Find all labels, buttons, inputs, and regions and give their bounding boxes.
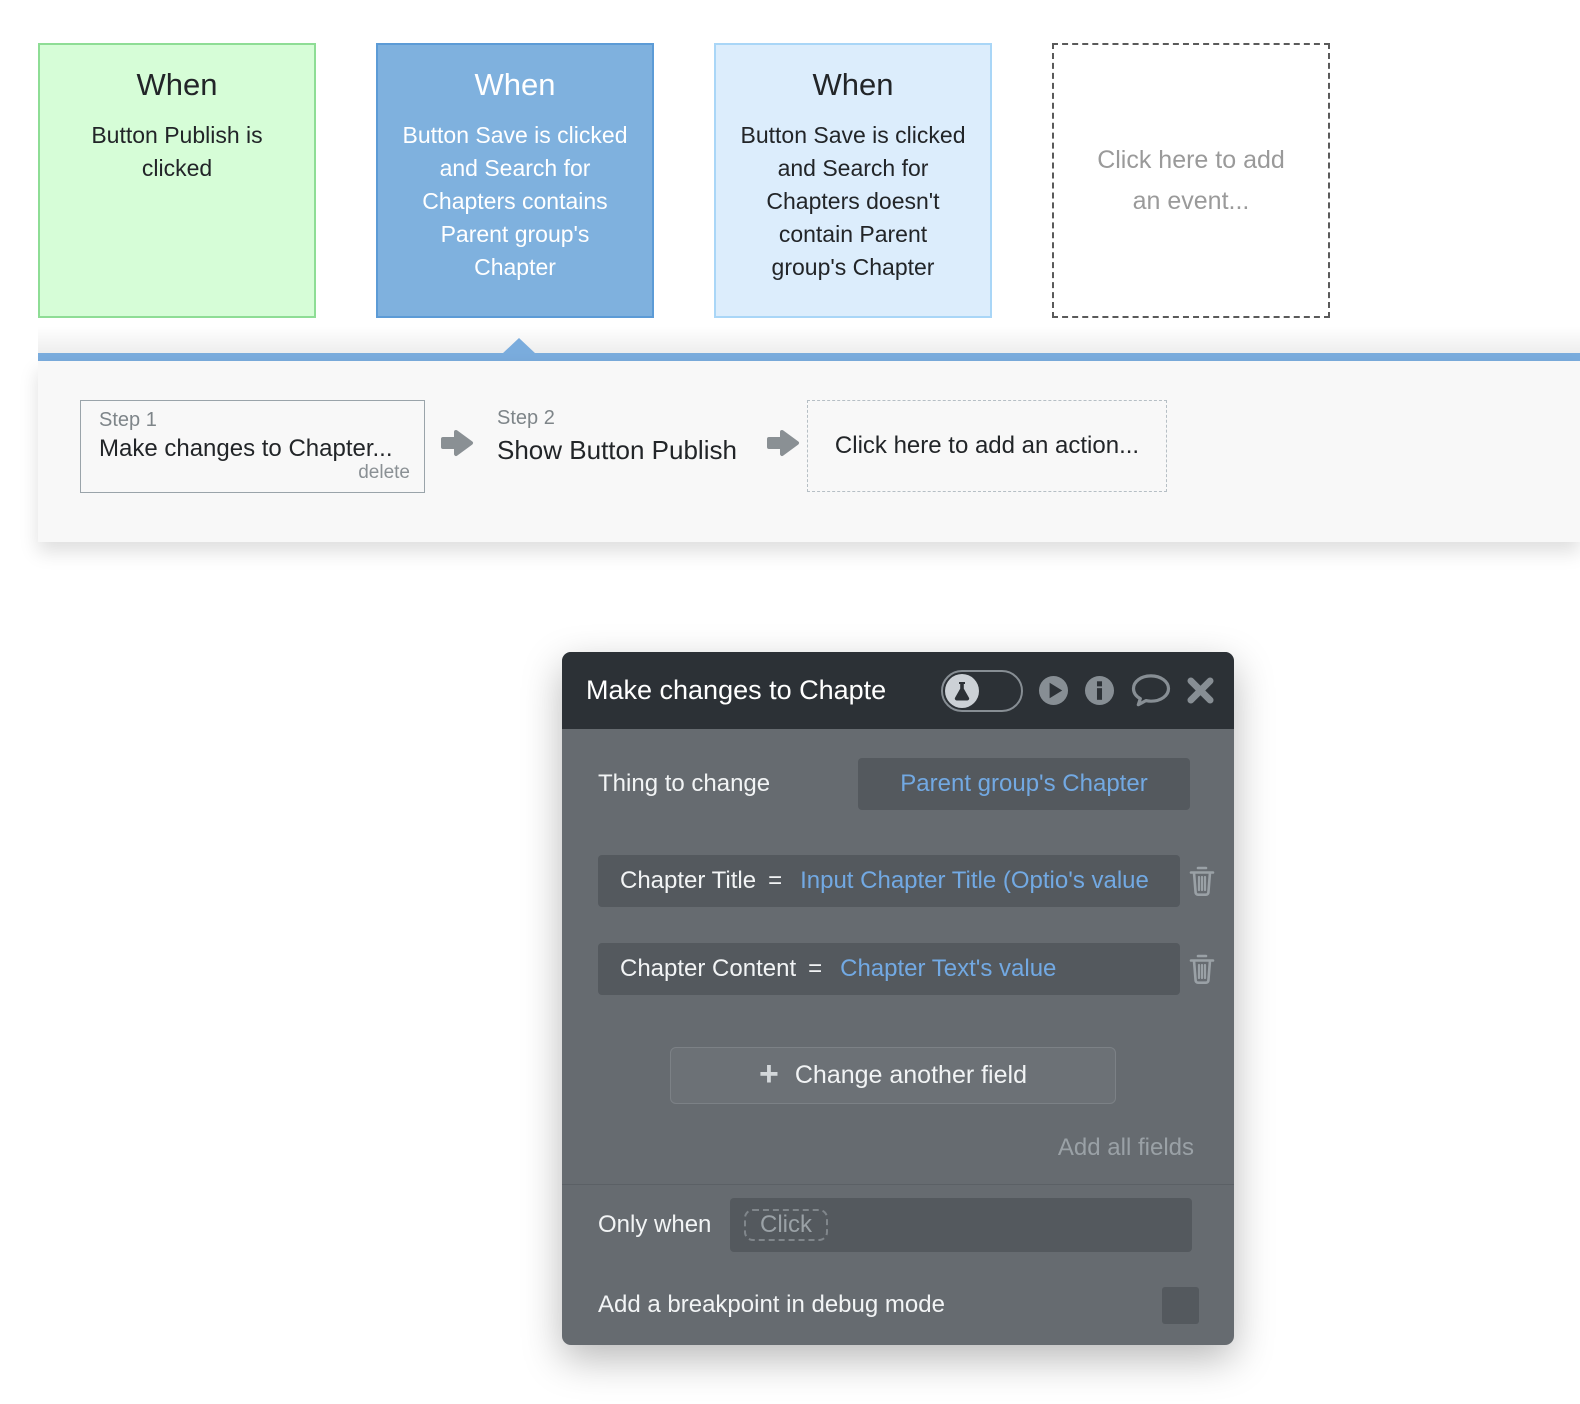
event-card-button-publish[interactable]: When Button Publish is clicked [38, 43, 316, 318]
timeline-shadow [38, 326, 1580, 353]
plus-icon: + [759, 1055, 779, 1093]
add-event-placeholder-text: Click here to add an event... [1097, 145, 1285, 215]
run-step-button[interactable] [1038, 675, 1069, 706]
field-label: Chapter Title [620, 867, 757, 894]
event-card-title: When [136, 67, 218, 102]
trash-icon[interactable] [1188, 953, 1216, 985]
selected-event-pointer [502, 338, 536, 354]
event-card-description: Button Publish is clicked [91, 122, 263, 181]
speech-bubble-icon [1131, 674, 1171, 707]
field-label: Chapter Content [620, 955, 797, 982]
add-action-placeholder[interactable]: Click here to add an action... [807, 400, 1167, 492]
arrow-right-icon [767, 430, 799, 456]
thing-to-change-value: Parent group's Chapter [900, 770, 1148, 797]
add-all-fields-link[interactable]: Add all fields [1058, 1134, 1194, 1162]
step-2-label: Step 2 [497, 407, 555, 429]
add-action-placeholder-text: Click here to add an action... [834, 432, 1140, 459]
breakpoint-checkbox[interactable] [1162, 1287, 1199, 1324]
event-card-save-doesnt-contain[interactable]: When Button Save is clicked and Search f… [714, 43, 992, 318]
change-another-field-button[interactable]: + Change another field [670, 1047, 1116, 1104]
workflow-editor-canvas: When Button Publish is clicked When Butt… [0, 0, 1580, 1404]
breakpoint-label: Add a breakpoint in debug mode [598, 1291, 945, 1318]
event-card-description: Button Save is clicked and Search for Ch… [402, 122, 628, 280]
action-steps-bar: Step 1 Make changes to Chapter... delete… [38, 361, 1580, 542]
modal-header-icons [941, 669, 1214, 712]
field-row-chapter-title[interactable]: Chapter Title = Input Chapter Title (Opt… [598, 855, 1180, 907]
only-when-input[interactable]: Click [730, 1198, 1192, 1252]
event-card-title: When [474, 67, 556, 102]
add-event-placeholder-card[interactable]: Click here to add an event... [1052, 43, 1330, 318]
modal-divider [562, 1184, 1234, 1185]
field-value: Chapter Text's value [840, 955, 1057, 982]
breakpoint-row: Add a breakpoint in debug mode [598, 1283, 945, 1327]
make-changes-modal: Make changes to Chapte Thing to change P… [562, 652, 1234, 1345]
change-another-field-label: Change another field [794, 1061, 1027, 1089]
play-icon [1038, 675, 1069, 706]
trash-icon[interactable] [1188, 865, 1216, 897]
info-button[interactable] [1084, 675, 1115, 706]
close-modal-button[interactable] [1187, 677, 1214, 704]
only-when-row: Only when [598, 1198, 711, 1252]
field-operator: = [808, 955, 823, 982]
toggle-knob [945, 673, 979, 708]
field-operator: = [768, 867, 783, 894]
event-card-save-contains[interactable]: When Button Save is clicked and Search f… [376, 43, 654, 318]
thing-to-change-label: Thing to change [598, 770, 771, 797]
field-value: Input Chapter Title (Optio's value [800, 867, 1149, 894]
only-when-placeholder: Click [760, 1211, 812, 1238]
close-icon [1187, 677, 1214, 704]
arrow-right-icon [441, 430, 473, 456]
step-1-card[interactable]: Step 1 Make changes to Chapter... delete [80, 400, 425, 493]
event-card-title: When [812, 67, 894, 102]
flask-icon [954, 681, 970, 700]
experiment-toggle[interactable] [941, 669, 1023, 712]
timeline-divider [38, 353, 1580, 361]
step-1-delete-link[interactable]: delete [358, 462, 410, 484]
only-when-click-chip[interactable]: Click [744, 1209, 828, 1241]
comment-button[interactable] [1130, 673, 1172, 708]
modal-title: Make changes to Chapte [586, 675, 887, 705]
only-when-label: Only when [598, 1211, 712, 1238]
step-2-card[interactable]: Step 2 Show Button Publish [497, 407, 737, 466]
modal-header[interactable]: Make changes to Chapte [562, 652, 1234, 729]
event-card-description: Button Save is clicked and Search for Ch… [740, 122, 966, 280]
thing-to-change-dropdown[interactable]: Parent group's Chapter [858, 758, 1190, 810]
step-2-title: Show Button Publish [497, 435, 737, 465]
step-1-title: Make changes to Chapter... [99, 435, 393, 462]
step-1-label: Step 1 [99, 409, 157, 431]
info-icon [1084, 675, 1115, 706]
field-row-chapter-content[interactable]: Chapter Content = Chapter Text's value [598, 943, 1180, 995]
